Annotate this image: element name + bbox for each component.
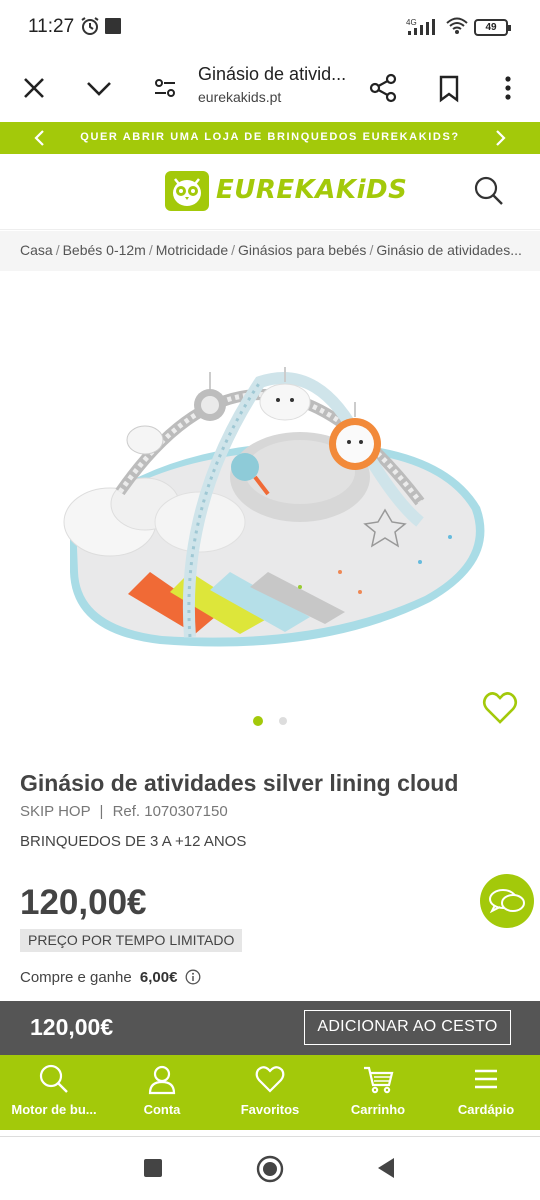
earn-text: Compre e ganhe <box>20 969 132 986</box>
add-to-cart-bar: 120,00€ ADICIONAR AO CESTO <box>0 1001 540 1055</box>
nav-item-cart[interactable]: Carrinho <box>324 1055 432 1130</box>
nav-label: Conta <box>143 1102 181 1117</box>
user-icon <box>148 1065 176 1095</box>
earn-value: 6,00€ <box>139 969 178 986</box>
breadcrumb-item[interactable]: Casa <box>20 242 53 258</box>
product-brand-ref: SKIP HOP | Ref. 1070307150 <box>20 803 228 820</box>
status-time: 11:27 <box>28 16 75 37</box>
status-bar: 11:27 4G 49 <box>0 0 540 56</box>
chat-button[interactable] <box>480 874 534 928</box>
limited-time-badge: PREÇO POR TEMPO LIMITADO <box>20 929 243 952</box>
breadcrumb: Casa / Bebés 0-12m / Motricidade / Ginásios pa… <box>0 231 540 271</box>
breadcrumb-item-current: Ginásio de atividades... <box>376 242 522 258</box>
bottom-nav: Motor de bu... Conta Favoritos Carrinho <box>0 1055 540 1130</box>
earn-reward: Compre e ganhe 6,00€ <box>20 969 201 986</box>
product-title: Ginásio de atividades silver lining clou… <box>20 770 459 796</box>
product-image[interactable] <box>0 272 540 750</box>
back-icon[interactable] <box>374 1156 398 1180</box>
add-to-cart-button[interactable]: ADICIONAR AO CESTO <box>304 1010 511 1045</box>
svg-text:4G: 4G <box>406 18 417 27</box>
wifi-icon <box>446 17 468 34</box>
close-icon[interactable] <box>14 68 54 108</box>
search-icon[interactable] <box>472 174 506 208</box>
gallery-dot[interactable] <box>279 717 287 725</box>
info-icon[interactable] <box>185 969 201 985</box>
product-price: 120,00€ <box>20 883 147 922</box>
page-url[interactable]: eurekakids.pt <box>198 89 281 105</box>
product-ref: Ref. 1070307150 <box>112 803 228 820</box>
product-brand[interactable]: SKIP HOP <box>20 803 90 820</box>
battery-indicator: 49 <box>474 19 511 36</box>
breadcrumb-item[interactable]: Motricidade <box>156 242 228 258</box>
heart-icon <box>255 1066 285 1093</box>
signal-icon: 4G <box>406 18 435 35</box>
search-icon <box>39 1064 68 1093</box>
promo-text[interactable]: QUER ABRIR UMA LOJA DE BRINQUEDOS EUREKA… <box>0 131 540 143</box>
owl-logo-icon[interactable] <box>165 171 209 211</box>
logo-text[interactable]: EUREKAKiDS <box>216 175 407 205</box>
cart-bar-price: 120,00€ <box>30 1014 114 1040</box>
nav-label: Cardápio <box>457 1102 515 1117</box>
browser-toolbar: Ginásio de ativid... eurekakids.pt <box>0 56 540 122</box>
page-title[interactable]: Ginásio de ativid... <box>198 64 358 85</box>
chevron-down-icon[interactable] <box>79 68 119 108</box>
nav-item-search[interactable]: Motor de bu... <box>0 1055 108 1130</box>
system-nav-bar <box>0 1136 540 1200</box>
site-header: EUREKAKiDS <box>0 154 540 230</box>
nav-item-account[interactable]: Conta <box>108 1055 216 1130</box>
heart-icon[interactable] <box>480 688 520 728</box>
notification-square-icon <box>105 18 121 34</box>
more-vertical-icon[interactable] <box>488 68 528 108</box>
share-icon[interactable] <box>363 68 403 108</box>
nav-label: Motor de bu... <box>11 1102 97 1117</box>
gallery-dot-active[interactable] <box>253 716 263 726</box>
chevron-right-icon[interactable] <box>490 128 510 148</box>
breadcrumb-item[interactable]: Ginásios para bebés <box>238 242 366 258</box>
breadcrumb-item[interactable]: Bebés 0-12m <box>63 242 146 258</box>
product-age[interactable]: BRINQUEDOS DE 3 A +12 ANOS <box>20 833 246 850</box>
product-gallery[interactable] <box>0 272 540 750</box>
nav-item-menu[interactable]: Cardápio <box>432 1055 540 1130</box>
alarm-icon <box>81 17 99 35</box>
nav-label: Favoritos <box>240 1102 300 1117</box>
site-settings-icon[interactable] <box>145 68 185 108</box>
menu-icon <box>475 1069 497 1089</box>
nav-item-favorites[interactable]: Favoritos <box>216 1055 324 1130</box>
cart-icon <box>364 1066 394 1094</box>
nav-label: Carrinho <box>350 1102 406 1117</box>
home-icon[interactable] <box>255 1154 285 1184</box>
promo-banner[interactable]: QUER ABRIR UMA LOJA DE BRINQUEDOS EUREKA… <box>0 122 540 154</box>
recents-icon[interactable] <box>142 1157 164 1179</box>
chat-bubbles-icon <box>489 889 525 914</box>
bookmark-icon[interactable] <box>429 68 469 108</box>
